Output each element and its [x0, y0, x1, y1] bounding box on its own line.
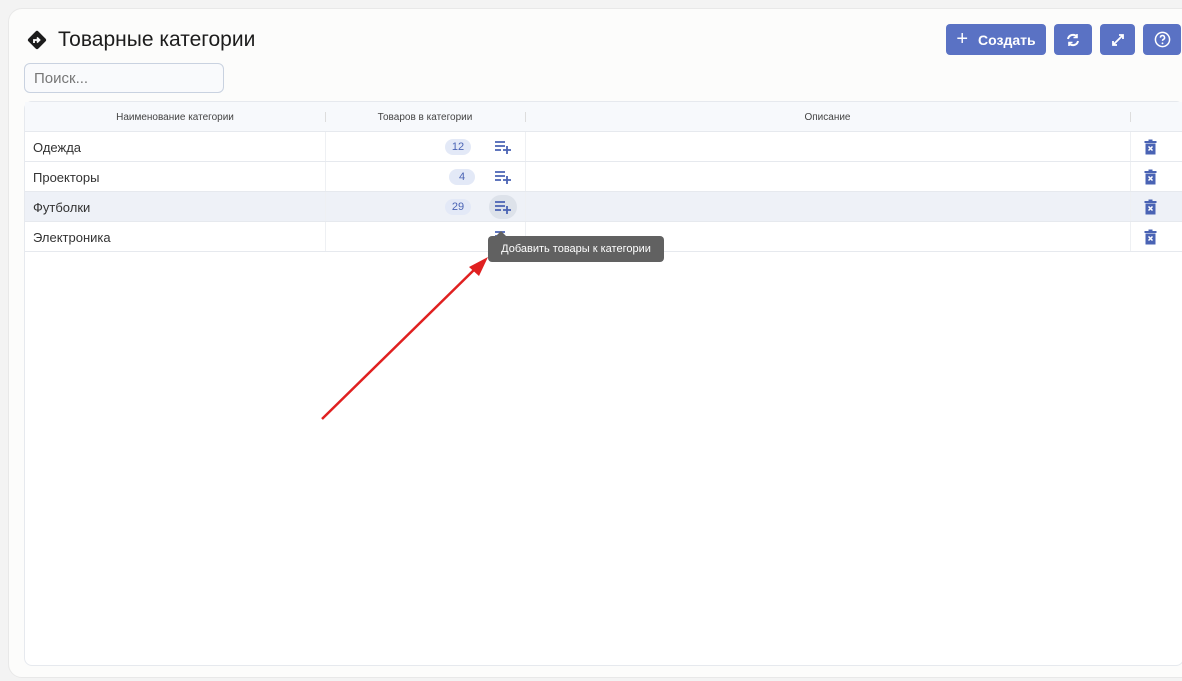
annotation-arrow	[321, 257, 488, 420]
